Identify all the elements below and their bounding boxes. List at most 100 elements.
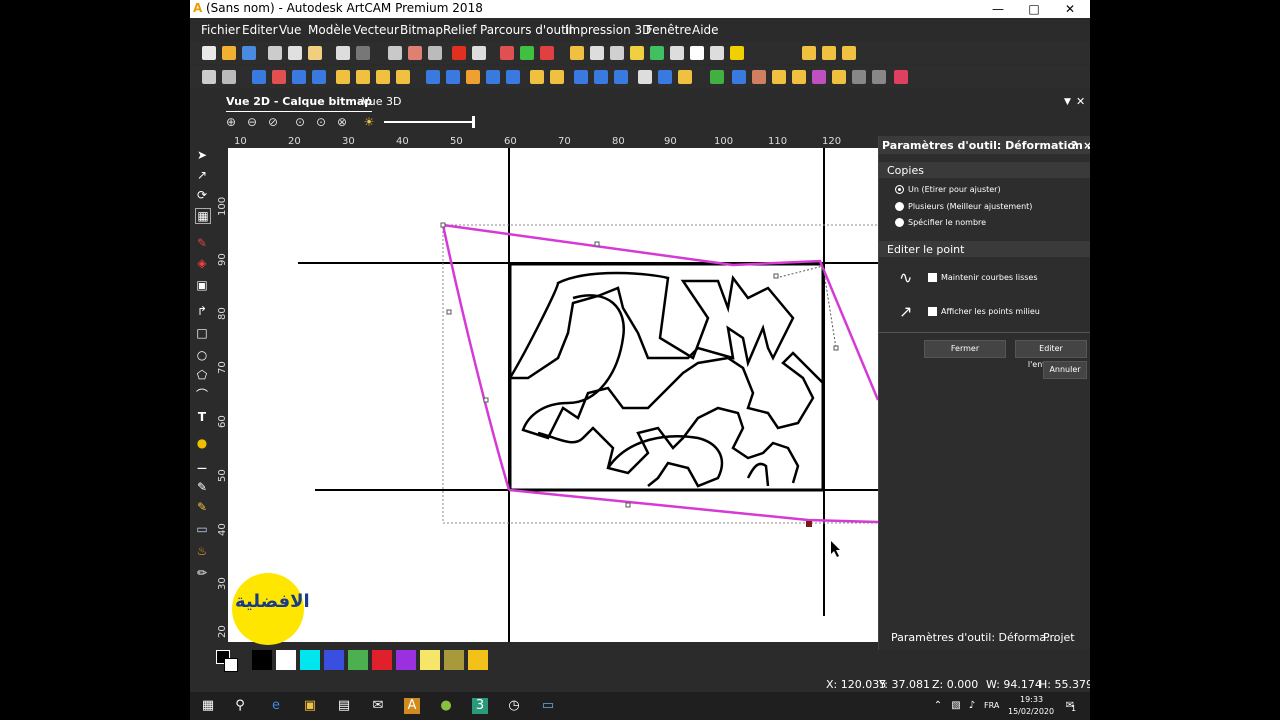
- file-explorer-icon[interactable]: ▣: [302, 698, 318, 714]
- zoom-prev-icon[interactable]: ⊙: [314, 115, 328, 129]
- app-clock-icon[interactable]: ◷: [506, 698, 522, 714]
- color-swatch[interactable]: [252, 650, 272, 670]
- relief-op-19-icon[interactable]: [638, 70, 652, 84]
- vector-tool-icon[interactable]: [650, 46, 664, 60]
- relief-tool-1-icon[interactable]: [500, 46, 514, 60]
- save-icon[interactable]: [242, 46, 256, 60]
- cut-icon[interactable]: [268, 46, 282, 60]
- relief-op-4-icon[interactable]: [312, 70, 326, 84]
- menu-relief[interactable]: Relief: [443, 23, 476, 37]
- flood-fill-icon[interactable]: ♨: [195, 544, 209, 558]
- stack-tool-icon[interactable]: [670, 46, 684, 60]
- toolpath-icon[interactable]: [710, 46, 724, 60]
- zoom-box-icon[interactable]: ⊙: [293, 115, 307, 129]
- menu-aide[interactable]: Aide: [692, 23, 719, 37]
- background-color[interactable]: [224, 658, 238, 672]
- relief-op-7-icon[interactable]: [376, 70, 390, 84]
- folder-open-icon[interactable]: [570, 46, 584, 60]
- relief-op-17-icon[interactable]: [594, 70, 608, 84]
- open-folder-icon[interactable]: [222, 46, 236, 60]
- paste-icon[interactable]: [308, 46, 322, 60]
- color-swatch[interactable]: [276, 650, 296, 670]
- dashed-curve-icon[interactable]: [852, 70, 866, 84]
- tab-close-icon[interactable]: ✕: [1076, 93, 1085, 111]
- relief-op-12-icon[interactable]: [486, 70, 500, 84]
- relief-op-18-icon[interactable]: [614, 70, 628, 84]
- warp-icon[interactable]: ▦: [195, 208, 211, 224]
- relief-op-3-icon[interactable]: [292, 70, 306, 84]
- tray-chevron-icon[interactable]: ⌃: [930, 698, 946, 714]
- radio-selected[interactable]: [895, 185, 904, 194]
- polyline-icon[interactable]: ↱: [195, 304, 209, 318]
- node-tool-icon[interactable]: [802, 46, 816, 60]
- drawing-canvas[interactable]: [228, 148, 878, 642]
- cancel-button[interactable]: Annuler: [1043, 361, 1087, 379]
- tab-project[interactable]: Projet: [1043, 630, 1075, 646]
- menu-fenetre[interactable]: Fenêtre: [646, 23, 691, 37]
- relief-op-20-icon[interactable]: [658, 70, 672, 84]
- color-swatch[interactable]: [300, 650, 320, 670]
- close-button[interactable]: Fermer: [924, 340, 1006, 358]
- brush-icon[interactable]: ✎: [195, 480, 209, 494]
- app-monitor-icon[interactable]: ▭: [540, 698, 556, 714]
- relief-op-14-icon[interactable]: [530, 70, 544, 84]
- redo-icon[interactable]: [356, 46, 370, 60]
- relief-op-8-icon[interactable]: [396, 70, 410, 84]
- arrow-tool-icon[interactable]: [590, 46, 604, 60]
- menu-modele[interactable]: Modèle: [308, 23, 351, 37]
- minimize-icon[interactable]: —: [980, 0, 1016, 18]
- checkbox[interactable]: [928, 273, 937, 282]
- layers-icon[interactable]: [388, 46, 402, 60]
- app-3-icon[interactable]: 3: [472, 698, 488, 714]
- curve-icon[interactable]: [772, 70, 786, 84]
- node-tool-2-icon[interactable]: [822, 46, 836, 60]
- circle-icon[interactable]: ○: [195, 348, 209, 362]
- relief-op-11-icon[interactable]: [466, 70, 480, 84]
- windows-start-icon[interactable]: ▦: [200, 698, 216, 714]
- brightness-icon[interactable]: ☀: [362, 115, 376, 129]
- zoom-all-icon[interactable]: ⊗: [335, 115, 349, 129]
- relief-op-2-icon[interactable]: [272, 70, 286, 84]
- artcam-taskbar-icon[interactable]: A: [404, 698, 420, 714]
- relief-op-1-icon[interactable]: [252, 70, 266, 84]
- wave-tool-icon[interactable]: [630, 46, 644, 60]
- radio[interactable]: [895, 202, 904, 211]
- transform-icon[interactable]: ⟳: [195, 188, 209, 202]
- new-file-icon[interactable]: [202, 46, 216, 60]
- relief-op-15-icon[interactable]: [550, 70, 564, 84]
- relief-tool-3-icon[interactable]: [540, 46, 554, 60]
- dashed-curve-2-icon[interactable]: [872, 70, 886, 84]
- color-swatch[interactable]: [396, 650, 416, 670]
- color-swatch[interactable]: [372, 650, 392, 670]
- grid-tool-icon[interactable]: [428, 46, 442, 60]
- menu-editer[interactable]: Editer: [242, 23, 278, 37]
- machine-icon[interactable]: [730, 46, 744, 60]
- copy-icon[interactable]: [288, 46, 302, 60]
- edit-envelope-button[interactable]: Editer l'enveloppe: [1015, 340, 1087, 369]
- menu-impression-3d[interactable]: Impression 3D: [565, 23, 651, 37]
- option-one[interactable]: Un (Etirer pour ajuster): [895, 185, 1001, 194]
- arc-icon[interactable]: ⌒: [195, 388, 209, 402]
- menu-fichier[interactable]: Fichier: [201, 23, 240, 37]
- menu-bitmap[interactable]: Bitmap: [400, 23, 443, 37]
- option-specify[interactable]: Spécifier le nombre: [895, 218, 986, 227]
- menu-vecteur[interactable]: Vecteur: [353, 23, 399, 37]
- shape-icon[interactable]: [832, 70, 846, 84]
- store-icon[interactable]: ▤: [336, 698, 352, 714]
- target-icon[interactable]: [894, 70, 908, 84]
- relief-op-16-icon[interactable]: [574, 70, 588, 84]
- tab-3d-view[interactable]: Vue 3D: [362, 93, 401, 111]
- node-tool-3-icon[interactable]: [842, 46, 856, 60]
- add-icon[interactable]: [710, 70, 724, 84]
- language-indicator[interactable]: FRA: [984, 701, 999, 710]
- volume-icon[interactable]: ♪: [964, 698, 980, 714]
- network-icon[interactable]: ▧: [948, 698, 964, 714]
- zoom-in-icon[interactable]: ⊕: [224, 115, 238, 129]
- bitmap-tool-icon[interactable]: [408, 46, 422, 60]
- zoom-fit-icon[interactable]: ⊘: [266, 115, 280, 129]
- arch-icon[interactable]: [792, 70, 806, 84]
- check-midpoints[interactable]: Afficher les points milieu: [928, 307, 1040, 316]
- maximize-icon[interactable]: □: [1016, 0, 1052, 18]
- select-arrow-icon[interactable]: ➤: [195, 148, 209, 162]
- relief-op-9-icon[interactable]: [426, 70, 440, 84]
